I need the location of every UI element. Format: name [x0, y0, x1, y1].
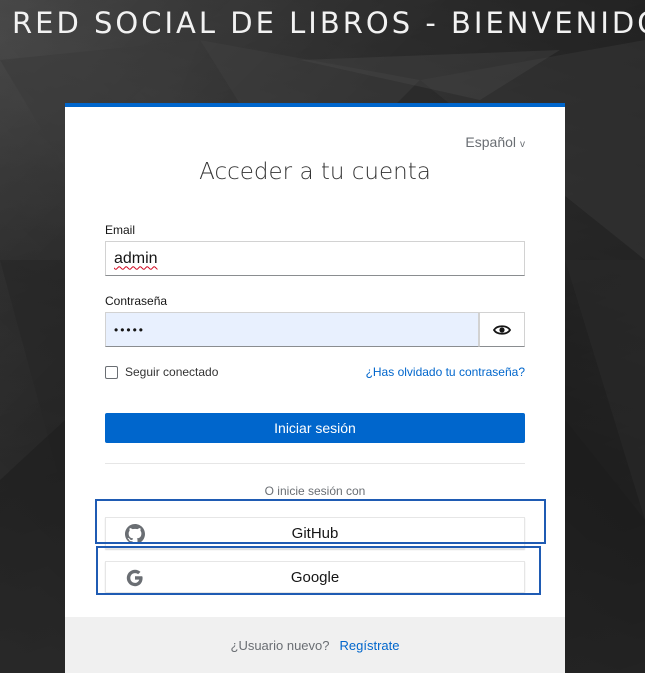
- language-selector[interactable]: Español v: [465, 134, 525, 150]
- github-login-button[interactable]: GitHub: [105, 517, 525, 549]
- forgot-password-link[interactable]: ¿Has olvidado tu contraseña?: [366, 365, 525, 379]
- login-button[interactable]: Iniciar sesión: [105, 413, 525, 443]
- login-title: Acceder a tu cuenta: [199, 159, 431, 185]
- login-button-label: Iniciar sesión: [274, 420, 356, 436]
- chevron-down-icon: v: [520, 139, 525, 150]
- google-icon: [124, 567, 146, 589]
- divider: [105, 463, 525, 464]
- social-login-intro: O inicie sesión con: [264, 484, 366, 498]
- eye-icon: [493, 324, 511, 335]
- show-password-button[interactable]: [479, 312, 525, 347]
- password-field[interactable]: •••••: [105, 312, 479, 347]
- remember-me-checkbox[interactable]: [105, 365, 118, 379]
- new-user-prompt: ¿Usuario nuevo?: [230, 637, 330, 653]
- google-login-label: Google: [290, 568, 340, 586]
- github-login-label: GitHub: [291, 524, 339, 542]
- password-label: Contraseña: [105, 294, 168, 308]
- email-field[interactable]: admin: [105, 241, 525, 276]
- register-footer: ¿Usuario nuevo? Regístrate: [65, 617, 565, 673]
- register-link[interactable]: Regístrate: [340, 638, 400, 653]
- remember-me-label: Seguir conectado: [125, 365, 219, 379]
- password-value: •••••: [114, 322, 146, 337]
- google-login-button[interactable]: Google: [105, 561, 525, 593]
- login-card: Español v Acceder a tu cuenta Email admin…: [65, 103, 565, 673]
- page-header-title: RED SOCIAL DE LIBROS - BIENVENIDO: [12, 6, 645, 40]
- github-icon: [124, 523, 146, 545]
- remember-me[interactable]: Seguir conectado: [105, 365, 218, 379]
- email-label: Email: [105, 223, 136, 237]
- language-label: Español: [465, 134, 516, 150]
- email-value: admin: [114, 249, 158, 267]
